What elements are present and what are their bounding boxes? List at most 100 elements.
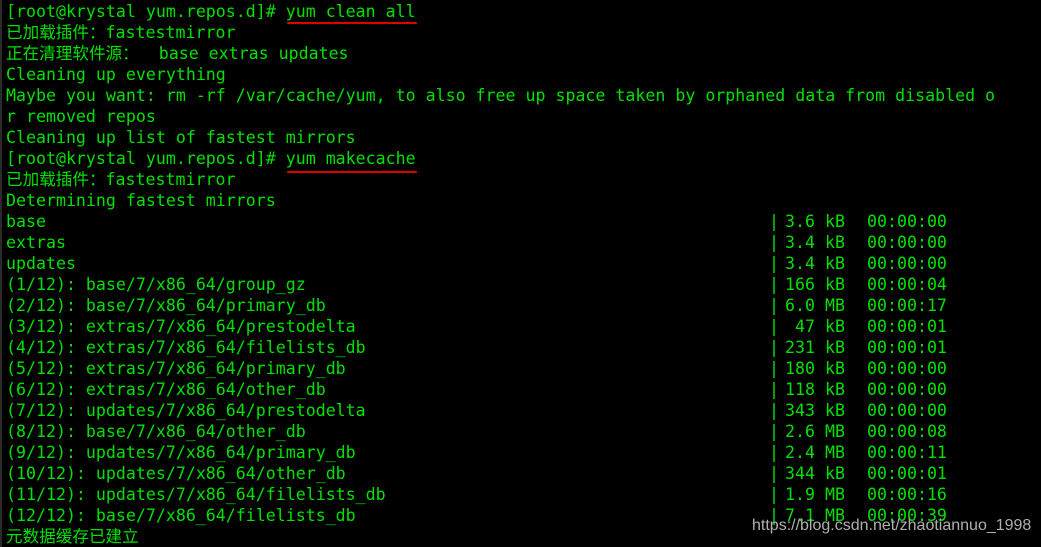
download-size: 47 kB — [785, 317, 845, 336]
download-size: 2.4 MB — [785, 443, 845, 462]
red-underline — [287, 171, 417, 173]
download-size: 3.4 kB — [785, 254, 845, 273]
column-separator: | — [769, 359, 779, 378]
download-size: 180 kB — [785, 359, 845, 378]
output-text: Cleaning up everything — [6, 65, 226, 84]
download-row: (8/12): base/7/x86_64/other_db | 2.6 MB 00:… — [6, 421, 947, 442]
output-text: Cleaning up list of fastest mirrors — [6, 128, 356, 147]
output-line: Cleaning up list of fastest mirrors — [6, 127, 356, 148]
download-time: 00:00:00 — [867, 233, 947, 252]
download-row: (2/12): base/7/x86_64/primary_db | 6.0 MB 0… — [6, 295, 947, 316]
download-row: (11/12): updates/7/x86_64/filelists_db | 1… — [6, 484, 947, 505]
output-line: 已加载插件：fastestmirror — [6, 169, 235, 190]
download-time: 00:00:01 — [867, 317, 947, 336]
column-separator: | — [769, 443, 779, 462]
repo-name: (8/12): base/7/x86_64/other_db — [6, 422, 306, 441]
download-row: (6/12): extras/7/x86_64/other_db | 118 kB 0… — [6, 379, 947, 400]
download-size: 3.4 kB — [785, 233, 845, 252]
output-text: 元数据缓存已建立 — [6, 527, 139, 546]
download-time: 00:00:00 — [867, 254, 947, 273]
download-row: (10/12): updates/7/x86_64/other_db | 344 k… — [6, 463, 947, 484]
download-time: 00:00:17 — [867, 296, 947, 315]
download-row: (3/12): extras/7/x86_64/prestodelta | 47 … — [6, 316, 947, 337]
output-line: Maybe you want: rm -rf /var/cache/yum, t… — [6, 85, 995, 106]
download-size: 343 kB — [785, 401, 845, 420]
command-line: [root@krystal yum.repos.d]# yum clean al… — [6, 1, 416, 22]
download-row: (5/12): extras/7/x86_64/primary_db | 180 k… — [6, 358, 947, 379]
watermark: https://blog.csdn.net/zhaotiannuo_1998 — [752, 517, 1032, 534]
red-underline — [287, 22, 417, 24]
repo-name: updates — [6, 254, 76, 273]
download-size: 231 kB — [785, 338, 845, 357]
download-time: 00:00:00 — [867, 401, 947, 420]
download-time: 00:00:11 — [867, 443, 947, 462]
download-row: updates | 3.4 kB 00:00:00 — [6, 253, 947, 274]
download-size: 3.6 kB — [785, 212, 845, 231]
download-row: (7/12): updates/7/x86_64/prestodelta | 343… — [6, 400, 947, 421]
output-text: 正在清理软件源： base extras updates — [6, 44, 349, 63]
column-separator: | — [769, 317, 779, 336]
command-line: [root@krystal yum.repos.d]# yum makecach… — [6, 148, 416, 169]
repo-name: (12/12): base/7/x86_64/filelists_db — [6, 506, 356, 525]
download-row: (12/12): base/7/x86_64/filelists_db | 7.1 … — [6, 505, 947, 526]
download-time: 00:00:00 — [867, 380, 947, 399]
column-separator: | — [769, 296, 779, 315]
repo-name: (1/12): base/7/x86_64/group_gz — [6, 275, 306, 294]
download-time: 00:00:16 — [867, 485, 947, 504]
output-line: Cleaning up everything — [6, 64, 226, 85]
download-size: 1.9 MB — [785, 485, 845, 504]
output-text: Maybe you want: rm -rf /var/cache/yum, t… — [6, 86, 996, 105]
column-separator: | — [769, 464, 779, 483]
output-text: 已加载插件：fastestmirror — [6, 23, 236, 42]
download-row: (9/12): updates/7/x86_64/primary_db | 2.4 … — [6, 442, 947, 463]
download-row: extras | 3.4 kB 00:00:00 — [6, 232, 947, 253]
download-size: 118 kB — [785, 380, 845, 399]
output-text: Determining fastest mirrors — [6, 191, 276, 210]
download-time: 00:00:04 — [867, 275, 947, 294]
output-line: 元数据缓存已建立 — [6, 526, 139, 547]
download-time: 00:00:00 — [867, 359, 947, 378]
command-text: yum clean all — [285, 2, 416, 21]
output-text: r removed repos — [6, 107, 156, 126]
output-text: 已加载插件：fastestmirror — [6, 170, 236, 189]
shell-prompt: [root@krystal yum.repos.d]# — [6, 2, 286, 21]
repo-name: (11/12): updates/7/x86_64/filelists_db — [6, 485, 386, 504]
column-separator: | — [769, 485, 779, 504]
repo-name: extras — [6, 233, 66, 252]
repo-name: (4/12): extras/7/x86_64/filelists_db — [6, 338, 366, 357]
repo-name: base — [6, 212, 46, 231]
repo-name: (10/12): updates/7/x86_64/other_db — [6, 464, 346, 483]
output-line: 正在清理软件源： base extras updates — [6, 43, 349, 64]
download-row: base | 3.6 kB 00:00:00 — [6, 211, 947, 232]
download-time: 00:00:08 — [867, 422, 947, 441]
shell-prompt: [root@krystal yum.repos.d]# — [6, 149, 286, 168]
output-line: Determining fastest mirrors — [6, 190, 276, 211]
column-separator: | — [769, 380, 779, 399]
column-separator: | — [769, 401, 779, 420]
repo-name: (6/12): extras/7/x86_64/other_db — [6, 380, 326, 399]
column-separator: | — [769, 254, 779, 273]
repo-name: (7/12): updates/7/x86_64/prestodelta — [6, 401, 366, 420]
download-time: 00:00:01 — [867, 338, 947, 357]
command-text: yum makecache — [285, 149, 416, 168]
repo-name: (2/12): base/7/x86_64/primary_db — [6, 296, 326, 315]
download-time: 00:00:00 — [867, 212, 947, 231]
column-separator: | — [769, 275, 779, 294]
repo-name: (3/12): extras/7/x86_64/prestodelta — [6, 317, 356, 336]
column-separator: | — [769, 212, 779, 231]
download-size: 344 kB — [785, 464, 845, 483]
repo-name: (9/12): updates/7/x86_64/primary_db — [6, 443, 356, 462]
terminal-window[interactable]: [root@krystal yum.repos.d]# yum clean al… — [0, 0, 1041, 547]
column-separator: | — [769, 338, 779, 357]
column-separator: | — [769, 233, 779, 252]
download-row: (4/12): extras/7/x86_64/filelists_db | 231… — [6, 337, 947, 358]
column-separator: | — [769, 422, 779, 441]
download-row: (1/12): base/7/x86_64/group_gz | 166 kB 00:… — [6, 274, 947, 295]
download-size: 2.6 MB — [785, 422, 845, 441]
repo-name: (5/12): extras/7/x86_64/primary_db — [6, 359, 346, 378]
output-line: r removed repos — [6, 106, 156, 127]
output-line: 已加载插件：fastestmirror — [6, 22, 235, 43]
download-size: 6.0 MB — [785, 296, 845, 315]
download-size: 166 kB — [785, 275, 845, 294]
download-time: 00:00:01 — [867, 464, 947, 483]
